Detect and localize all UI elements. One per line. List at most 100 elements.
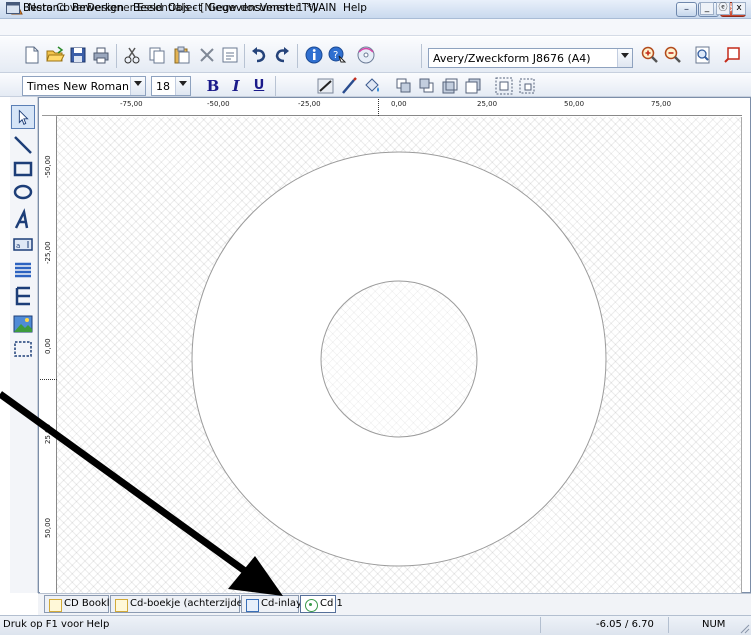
- redo-icon[interactable]: [272, 45, 292, 65]
- menu-bestand[interactable]: Bestand: [23, 2, 66, 14]
- tab-label: Cd-boekje (achterzijde): [130, 598, 247, 609]
- font-family-select[interactable]: Times New Roman: [22, 76, 146, 96]
- mdi-close-button[interactable]: x: [732, 2, 746, 15]
- tab-cd-boekje-achterzijde[interactable]: Cd-boekje (achterzijde): [110, 595, 247, 613]
- underline-button[interactable]: U: [249, 76, 269, 96]
- open-folder-icon[interactable]: [45, 45, 65, 65]
- document-icon[interactable]: [6, 2, 20, 14]
- zoom-page-icon[interactable]: [693, 45, 713, 65]
- ruler-label: 0,00: [391, 100, 407, 108]
- status-help-text: Druk op F1 voor Help: [3, 619, 110, 630]
- send-to-back-icon[interactable]: [417, 76, 437, 96]
- italic-button[interactable]: I: [226, 76, 246, 96]
- toolbar-separator: [116, 44, 117, 68]
- ruler-label: 0,00: [44, 338, 52, 354]
- dropdown-arrow-icon[interactable]: [617, 49, 632, 67]
- font-size-value: 18: [156, 80, 170, 93]
- undo-icon[interactable]: [249, 45, 269, 65]
- tab-cd-booklet[interactable]: CD Booklet: [44, 595, 120, 613]
- ruler-cursor-marker: [40, 379, 57, 380]
- menu-gegevens[interactable]: Gegevens: [208, 2, 261, 14]
- text-tool-icon[interactable]: [11, 208, 35, 232]
- cd-label-shape[interactable]: [57, 117, 742, 593]
- zoom-out-icon[interactable]: [663, 45, 683, 65]
- horizontal-ruler-ticks: [57, 115, 742, 116]
- cut-icon[interactable]: [122, 45, 142, 65]
- menu-beeld[interactable]: Beeld: [133, 2, 163, 14]
- line-style-icon[interactable]: [316, 76, 336, 96]
- ungroup-icon[interactable]: [517, 76, 537, 96]
- ruler-label: 50,00: [564, 100, 585, 108]
- backward-one-icon[interactable]: [463, 76, 483, 96]
- textfield-tool-icon[interactable]: a: [11, 232, 35, 256]
- info-icon[interactable]: [304, 45, 324, 65]
- group-icon[interactable]: [494, 76, 514, 96]
- menu-bar: [0, 19, 751, 36]
- menu-twain[interactable]: TWAIN: [302, 2, 336, 14]
- tree-tool-icon[interactable]: [11, 284, 35, 308]
- print-icon[interactable]: [91, 45, 111, 65]
- paper-template-select[interactable]: Avery/Zweckform J8676 (A4): [428, 48, 633, 68]
- delete-icon[interactable]: [197, 45, 217, 65]
- svg-text:?: ?: [333, 50, 338, 61]
- ruler-label: -50,00: [44, 155, 52, 178]
- minimize-icon: –: [684, 4, 689, 15]
- menu-object[interactable]: Object: [168, 2, 202, 14]
- toolbar-separator: [421, 44, 422, 68]
- status-num-lock: NUM: [702, 619, 726, 630]
- zoom-object-icon[interactable]: [722, 45, 742, 65]
- ruler-label: 50,00: [44, 517, 52, 538]
- resize-grip-icon[interactable]: [738, 622, 750, 634]
- bring-to-front-icon[interactable]: [394, 76, 414, 96]
- ruler-label: -75,00: [120, 100, 143, 108]
- ruler-label: -50,00: [207, 100, 230, 108]
- toolbar-separator: [275, 76, 276, 96]
- select-all-icon[interactable]: [220, 45, 240, 65]
- booklet-icon: [49, 599, 62, 612]
- new-document-icon[interactable]: [22, 45, 42, 65]
- svg-text:a: a: [16, 242, 20, 250]
- minimize-button[interactable]: –: [676, 2, 697, 17]
- zoom-in-icon[interactable]: [640, 45, 660, 65]
- list-tool-icon[interactable]: [11, 258, 35, 282]
- tab-label: Cd-inlay: [261, 598, 302, 609]
- cd-center-hub[interactable]: [320, 280, 478, 438]
- paste-icon[interactable]: [172, 45, 192, 65]
- font-family-value: Times New Roman: [27, 80, 129, 93]
- mdi-minimize-button[interactable]: _: [700, 2, 714, 15]
- status-coordinates: -6.05 / 6.70: [596, 619, 654, 630]
- menu-bewerken[interactable]: Bewerken: [72, 2, 124, 14]
- toolbar-separator: [244, 44, 245, 68]
- dropdown-arrow-icon[interactable]: [130, 77, 145, 95]
- mdi-close-icon: x: [736, 3, 742, 13]
- line-tool-icon[interactable]: [11, 133, 35, 157]
- fill-color-icon[interactable]: [362, 76, 382, 96]
- tab-cd-1[interactable]: Cd 1: [300, 595, 343, 613]
- mdi-restore-button[interactable]: ⓔ: [716, 2, 730, 15]
- bold-button[interactable]: B: [203, 76, 223, 96]
- copy-icon[interactable]: [147, 45, 167, 65]
- dropdown-arrow-icon[interactable]: [175, 77, 190, 95]
- font-size-select[interactable]: 18: [151, 76, 191, 96]
- status-divider: [668, 617, 669, 633]
- ruler-label: -25,00: [298, 100, 321, 108]
- ruler-label: 75,00: [651, 100, 672, 108]
- pointer-tool-icon[interactable]: [11, 105, 35, 129]
- tab-label: Cd 1: [320, 598, 343, 609]
- menu-help[interactable]: Help: [343, 2, 367, 14]
- tab-cd-inlay[interactable]: Cd-inlay: [241, 595, 302, 613]
- forward-one-icon[interactable]: [440, 76, 460, 96]
- context-help-icon[interactable]: ?: [327, 45, 347, 65]
- ellipse-tool-icon[interactable]: [11, 180, 35, 204]
- image-tool-icon[interactable]: [11, 312, 35, 336]
- pen-color-icon[interactable]: [339, 76, 359, 96]
- rectangle-tool-icon[interactable]: [11, 157, 35, 181]
- save-icon[interactable]: [68, 45, 88, 65]
- cd-disc-icon: [305, 599, 318, 612]
- ruler-label: 25,00: [477, 100, 498, 108]
- menu-venster[interactable]: Venster: [260, 2, 300, 14]
- selection-frame-tool-icon[interactable]: [11, 337, 35, 361]
- ruler-label: 25,00: [44, 423, 52, 444]
- booklet-back-icon: [115, 599, 128, 612]
- cd-properties-icon[interactable]: [356, 45, 376, 65]
